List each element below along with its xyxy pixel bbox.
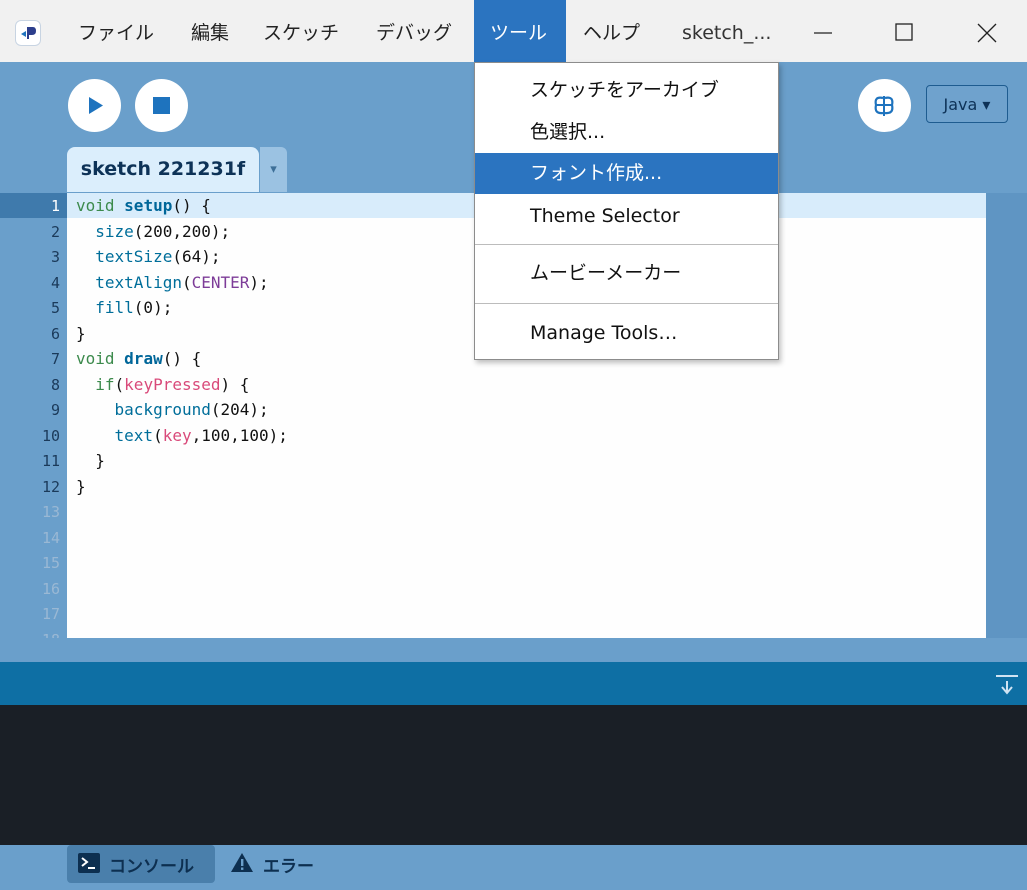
line-number: 9 [50,401,60,419]
code-line: fill(0); [95,298,173,317]
menu-debug[interactable]: デバッグ [360,0,468,62]
close-button[interactable] [947,0,1027,62]
line-number: 6 [50,325,60,343]
line-number: 1 [50,197,60,215]
minimize-button[interactable] [783,0,863,62]
stop-icon [153,97,170,114]
menu-item-color-selector[interactable]: 色選択... [475,112,778,153]
code-line: void draw() { [76,349,202,368]
menu-item-create-font[interactable]: フォント作成... [475,153,778,194]
processing-logo-icon[interactable] [15,20,41,46]
run-button[interactable] [68,79,121,132]
line-number: 3 [50,248,60,266]
console-output[interactable] [0,705,1027,845]
menu-separator [475,244,778,245]
tools-menu: スケッチをアーカイブ 色選択... フォント作成... Theme Select… [474,62,779,360]
line-number: 15 [41,554,60,572]
menu-help[interactable]: ヘルプ [567,0,656,62]
code-line: } [76,324,86,343]
line-number: 7 [50,350,60,368]
line-number: 5 [50,299,60,317]
code-line: text(key,100,100); [114,426,288,445]
code-line: void setup() { [76,196,211,215]
line-number: 4 [50,274,60,292]
tab-menu-button[interactable]: ▾ [260,147,287,192]
warning-icon [231,853,253,872]
tab-errors[interactable]: エラー [263,852,314,877]
line-number: 18 [0,631,60,638]
code-line: if(keyPressed) { [95,375,250,394]
line-number-gutter: 1 2 3 4 5 6 7 8 9 10 11 12 13 14 15 16 1… [0,193,67,638]
collapse-console-icon[interactable] [994,674,1020,696]
code-line: textSize(64); [95,247,221,266]
line-number: 17 [41,605,60,623]
close-icon [977,23,997,43]
menu-bar: ファイル 編集 スケッチ デバッグ ツール ヘルプ sketch_... [0,0,1027,62]
line-number: 11 [41,452,60,470]
console-icon [78,853,100,873]
code-line: background(204); [114,400,269,419]
line-number: 8 [50,376,60,394]
code-line: textAlign(CENTER); [95,273,269,292]
code-line: } [76,451,105,470]
menu-edit[interactable]: 編集 [175,0,245,62]
line-number: 13 [41,503,60,521]
console-divider[interactable] [0,662,1027,705]
line-number: 2 [50,223,60,241]
maximize-button[interactable] [864,0,944,62]
play-icon [89,97,103,114]
menu-sketch[interactable]: スケッチ [247,0,355,62]
line-number: 16 [41,580,60,598]
maximize-icon [895,23,913,41]
line-number: 14 [41,529,60,547]
stop-button[interactable] [135,79,188,132]
mode-selector[interactable]: Java ▾ [926,85,1008,123]
editor-scrollbar[interactable] [986,193,1027,638]
menu-item-manage-tools[interactable]: Manage Tools… [475,313,778,354]
menu-item-archive-sketch[interactable]: スケッチをアーカイブ [475,70,778,111]
butterfly-debug-icon [874,96,894,116]
minimize-icon [814,32,832,34]
menu-file[interactable]: ファイル [62,0,170,62]
debugger-button[interactable] [858,79,911,132]
line-number: 10 [41,427,60,445]
window-title: sketch_... [682,22,772,44]
line-number: 12 [41,478,60,496]
tab-sketch[interactable]: sketch 221231f [67,147,259,192]
menu-tools[interactable]: ツール [474,0,566,62]
menu-item-theme-selector[interactable]: Theme Selector [475,196,778,237]
code-line: } [76,477,86,496]
menu-item-movie-maker[interactable]: ムービーメーカー [475,253,778,294]
code-line: size(200,200); [95,222,231,241]
tab-console-label: コンソール [109,857,194,877]
menu-separator [475,303,778,304]
